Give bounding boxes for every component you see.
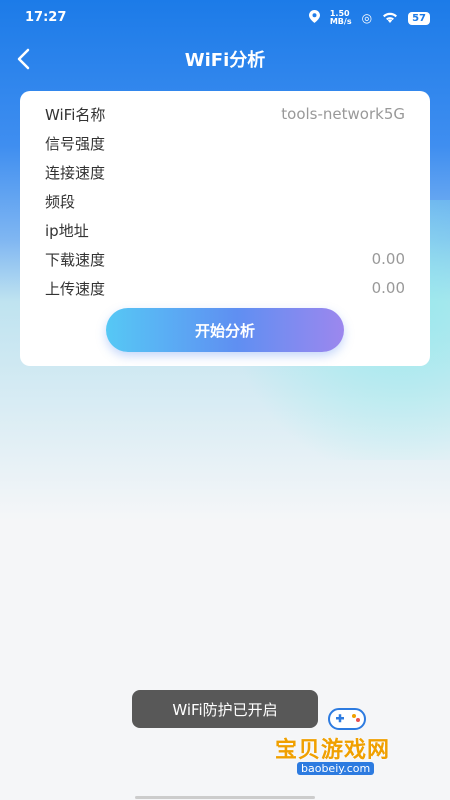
label-ip-address: ip地址 [45, 221, 89, 240]
net-speed: 1.50 MB/s [329, 9, 352, 26]
hotspot-icon: ◎ [361, 11, 373, 25]
watermark-logo: 宝贝游戏网 baobeiy.com [275, 705, 445, 785]
row-download-speed: 下载速度 0.00 [45, 248, 405, 270]
watermark-url: baobeiy.com [297, 762, 375, 775]
location-icon [308, 10, 320, 26]
home-indicator[interactable] [135, 796, 315, 799]
value-wifi-name: tools-network5G [281, 105, 405, 123]
battery-level: 57 [408, 11, 430, 25]
status-time: 17:27 [25, 10, 67, 25]
value-upload-speed: 0.00 [371, 279, 405, 297]
value-download-speed: 0.00 [371, 250, 405, 268]
label-band: 频段 [45, 192, 76, 211]
label-signal-strength: 信号强度 [45, 134, 106, 153]
row-signal-strength: 信号强度 [45, 132, 405, 154]
row-link-speed: 连接速度 [45, 161, 405, 183]
app-header: WiFi分析 [0, 36, 450, 80]
row-ip-address: ip地址 [45, 219, 405, 241]
watermark-text: 宝贝游戏网 [275, 738, 391, 763]
page-title: WiFi分析 [184, 50, 266, 71]
label-link-speed: 连接速度 [45, 163, 106, 182]
label-upload-speed: 上传速度 [45, 279, 106, 298]
status-bar: 17:27 1.50 MB/s ◎ 57 [0, 0, 450, 36]
wifi-icon [382, 11, 398, 26]
status-icons: 1.50 MB/s ◎ 57 [308, 9, 430, 26]
label-wifi-name: WiFi名称 [45, 105, 106, 124]
row-wifi-name: WiFi名称 tools-network5G [45, 103, 405, 125]
wifi-info-card: WiFi名称 tools-network5G 信号强度 连接速度 频段 ip地址… [20, 91, 430, 366]
start-analysis-button[interactable]: 开始分析 [106, 308, 344, 352]
row-upload-speed: 上传速度 0.00 [45, 277, 405, 299]
row-band: 频段 [45, 190, 405, 212]
label-download-speed: 下载速度 [45, 250, 106, 269]
